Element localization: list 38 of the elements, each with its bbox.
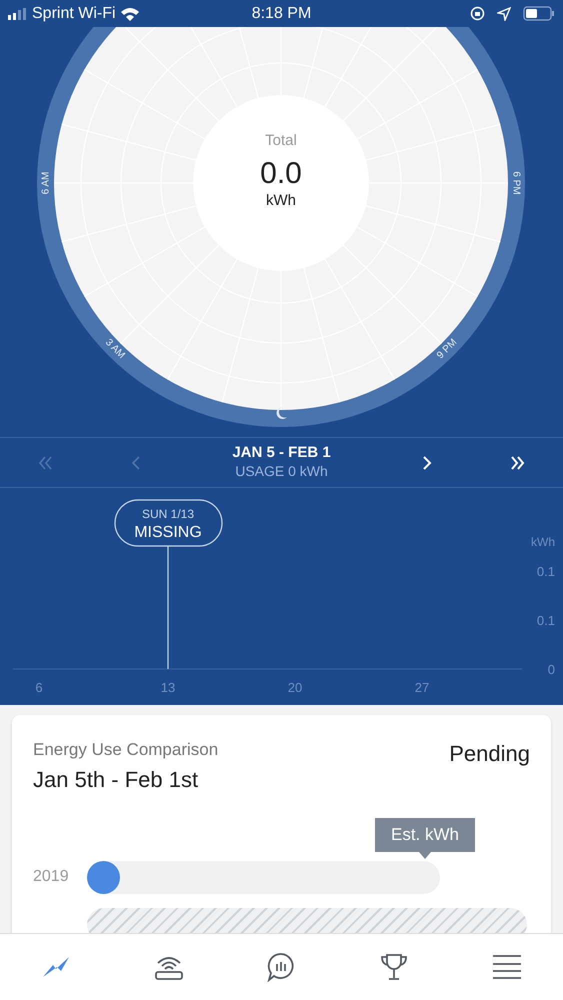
x-axis-label: 27: [414, 680, 430, 695]
year-label: 2019: [33, 867, 70, 887]
x-axis-label: 6: [35, 680, 43, 695]
total-value: 0.0: [260, 157, 302, 190]
hour-label: 9 PM: [434, 336, 460, 362]
estimate-tooltip: Est. kWh: [375, 818, 475, 852]
carrier-name: Sprint Wi-Fi: [32, 4, 116, 24]
y-axis-label: 0.1: [536, 613, 555, 628]
comparison-status: Pending: [449, 740, 530, 768]
battery-icon: [523, 6, 555, 21]
menu-icon: [492, 954, 522, 980]
card-title: Energy Use Comparison: [33, 739, 218, 761]
hour-label: 6 AM: [40, 172, 52, 194]
clock-time: 8:18 PM: [250, 4, 312, 24]
card-range: Jan 5th - Feb 1st: [33, 766, 200, 794]
hour-label: 3 AM: [102, 337, 127, 362]
trophy-icon: [379, 952, 410, 982]
x-axis-label: 20: [288, 680, 302, 695]
tooltip-pointer-icon: [419, 852, 431, 858]
y-axis-label: 0.1: [536, 564, 555, 579]
x-axis-label: 13: [160, 680, 176, 695]
wifi-icon: [120, 6, 140, 20]
period-usage: USAGE 0 kWh: [235, 463, 328, 481]
signal-icon: [8, 8, 28, 20]
chat-chart-icon: [266, 952, 296, 982]
y-axis-label: 0: [548, 662, 555, 677]
location-arrow-icon: [497, 6, 511, 20]
marker-status: MISSING: [134, 524, 202, 541]
missing-day-marker[interactable]: [114, 499, 223, 547]
marker-day: SUN 1/13: [142, 507, 194, 521]
total-label: Total: [265, 132, 297, 149]
moon-icon: [276, 407, 287, 419]
rotation-lock-icon: [470, 6, 485, 21]
hour-label: 6 PM: [510, 171, 522, 195]
total-unit: kWh: [266, 192, 296, 209]
period-range: JAN 5 - FEB 1: [232, 444, 331, 464]
bolt-icon: [41, 955, 72, 979]
axis-unit: kWh: [531, 535, 555, 549]
